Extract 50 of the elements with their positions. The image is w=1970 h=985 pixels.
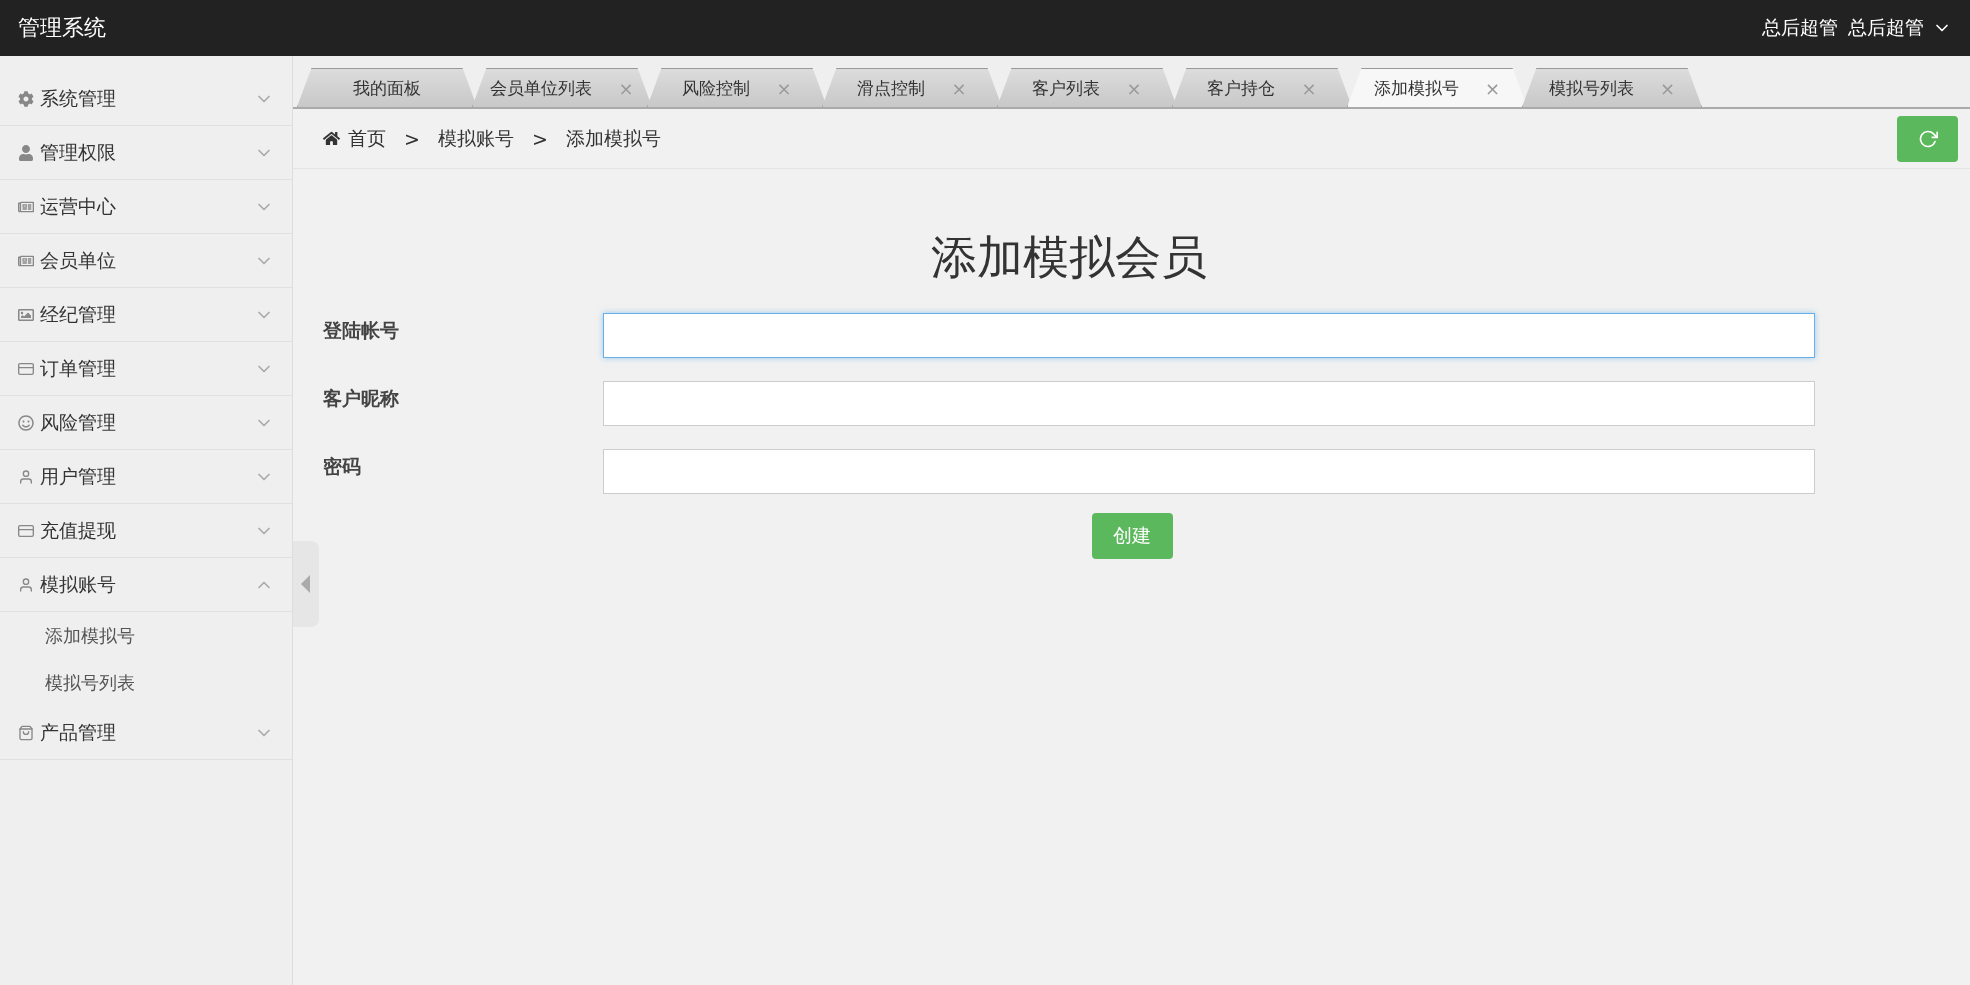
sidebar-item[interactable]: 产品管理 [0, 706, 292, 760]
refresh-button[interactable] [1897, 116, 1958, 162]
tab[interactable]: 风险控制 × [647, 68, 827, 107]
user-role: 总后超管 [1762, 15, 1838, 40]
sidebar-item[interactable]: 模拟账号 [0, 558, 292, 612]
breadcrumb-link[interactable]: 添加模拟号 [565, 125, 661, 152]
breadcrumb-link[interactable]: 模拟账号 [437, 125, 514, 152]
caret-left-icon [301, 575, 311, 593]
tab[interactable]: 客户持仓 × [1172, 68, 1352, 107]
field-label: 客户昵称 [323, 386, 400, 411]
input-field[interactable] [603, 313, 1815, 358]
sidebar-item[interactable]: 管理权限 [0, 126, 292, 180]
tab[interactable]: 添加模拟号 × [1347, 68, 1527, 107]
sidebar-item[interactable]: 会员单位 [0, 234, 292, 288]
card-icon [18, 522, 34, 539]
home-icon [323, 130, 340, 147]
user-icon [18, 144, 34, 161]
sidebar-item[interactable]: 经纪管理 [0, 288, 292, 342]
sidebar-subitem[interactable]: 添加模拟号 [0, 612, 292, 659]
user-icon [18, 468, 34, 485]
bag-icon [18, 724, 34, 741]
tab[interactable]: 会员单位列表 × [472, 68, 652, 107]
breadcrumb-separator: > [404, 127, 420, 150]
collapse-handle[interactable] [293, 541, 319, 627]
input-field[interactable] [603, 449, 1815, 494]
sidebar-item[interactable]: 用户管理 [0, 450, 292, 504]
sidebar-item[interactable]: 订单管理 [0, 342, 292, 396]
face-icon [18, 414, 34, 431]
field-label: 密码 [323, 454, 362, 479]
sidebar-item[interactable]: 充值提现 [0, 504, 292, 558]
tab[interactable]: 模拟号列表 × [1522, 68, 1702, 107]
refresh-icon [1917, 129, 1938, 149]
input-field[interactable] [603, 381, 1815, 426]
field-label: 登陆帐号 [323, 318, 400, 343]
sidebar-item[interactable]: 运营中心 [0, 180, 292, 234]
sidebar-item[interactable]: 风险管理 [0, 396, 292, 450]
user-menu[interactable]: 总后超管 [1848, 15, 1952, 41]
tab[interactable]: 我的面板 [297, 68, 477, 107]
breadcrumb-separator: > [531, 127, 548, 150]
gear-icon [18, 90, 34, 107]
card-icon [18, 360, 34, 377]
app-title: 管理系统 [18, 14, 106, 42]
tab[interactable]: 客户列表 × [997, 68, 1177, 107]
sidebar-subitem[interactable]: 模拟号列表 [0, 659, 292, 706]
image-icon [18, 306, 34, 323]
sidebar-item[interactable]: 系统管理 [0, 72, 292, 126]
tab[interactable]: 滑点控制 × [822, 68, 1002, 107]
user-icon [18, 576, 34, 593]
form-title: 添加模拟会员 [930, 229, 1208, 286]
breadcrumb-link[interactable]: 首页 [323, 125, 386, 152]
